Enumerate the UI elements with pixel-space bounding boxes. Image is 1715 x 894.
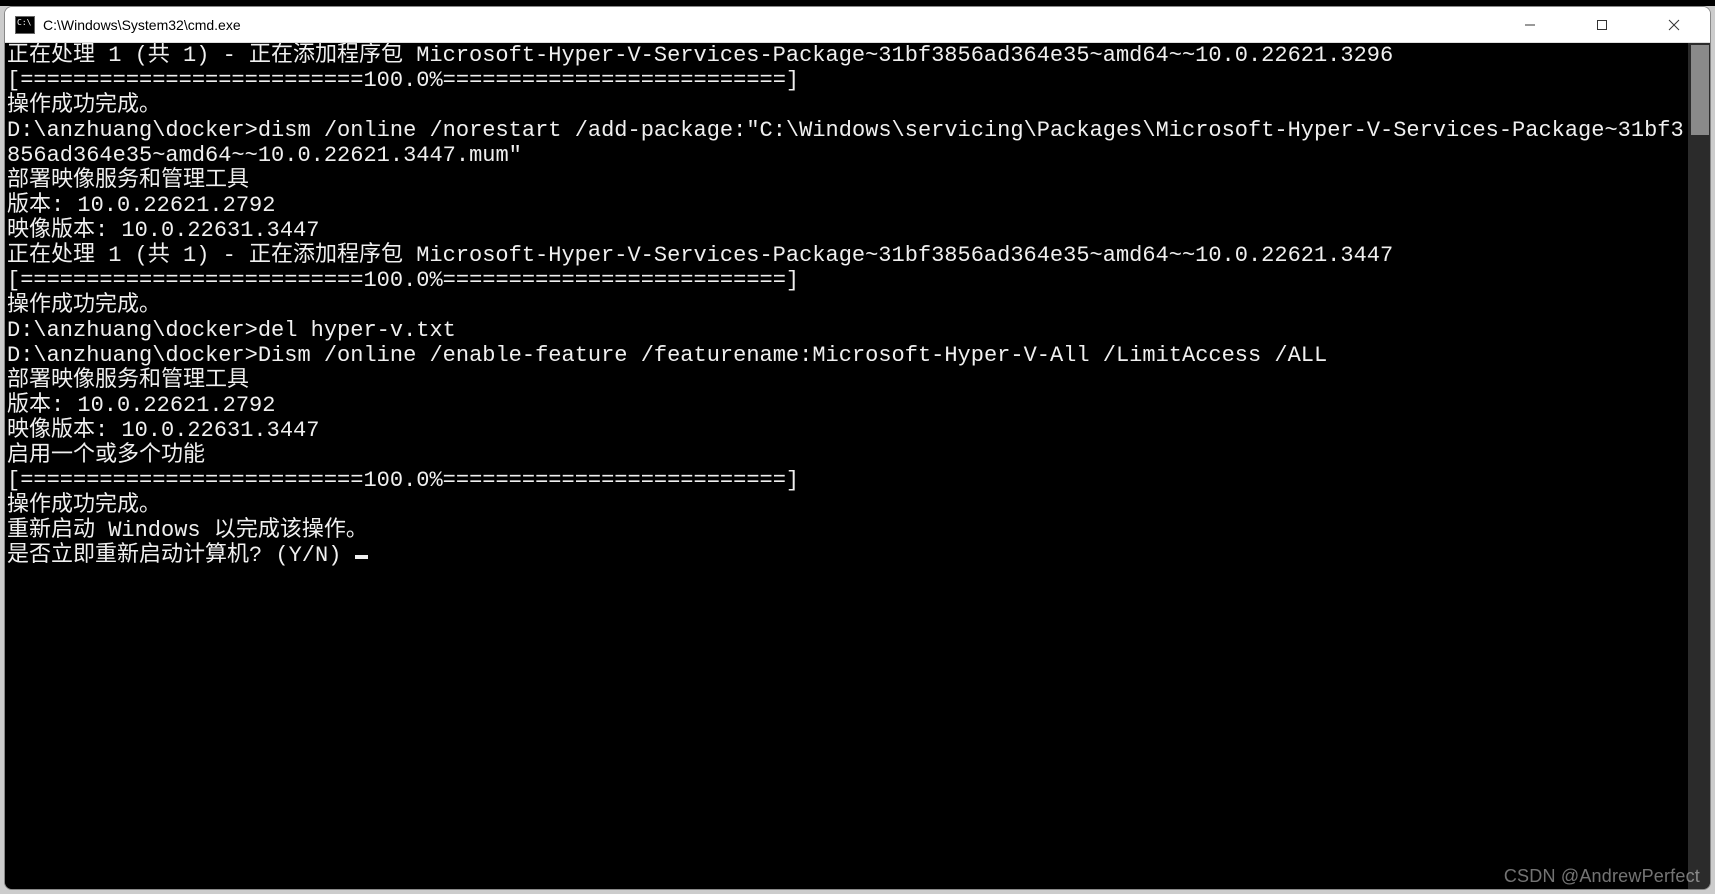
maximize-icon (1596, 19, 1608, 31)
titlebar[interactable]: C:\Windows\System32\cmd.exe (5, 7, 1710, 43)
terminal-line: 版本: 10.0.22621.2792 (7, 193, 1684, 218)
maximize-button[interactable] (1566, 7, 1638, 42)
terminal-line: [==========================100.0%=======… (7, 68, 1684, 93)
scrollbar[interactable] (1688, 43, 1710, 889)
terminal-line: 映像版本: 10.0.22631.3447 (7, 418, 1684, 443)
terminal-line: D:\anzhuang\docker>Dism /online /enable-… (7, 343, 1684, 368)
terminal-line: 版本: 10.0.22621.2792 (7, 393, 1684, 418)
minimize-icon (1524, 19, 1536, 31)
close-button[interactable] (1638, 7, 1710, 42)
close-icon (1668, 19, 1680, 31)
terminal-line: 操作成功完成。 (7, 293, 1684, 318)
scrollbar-thumb[interactable] (1691, 45, 1709, 135)
terminal-line: D:\anzhuang\docker>del hyper-v.txt (7, 318, 1684, 343)
terminal-line: 映像版本: 10.0.22631.3447 (7, 218, 1684, 243)
terminal-line: 正在处理 1 (共 1) - 正在添加程序包 Microsoft-Hyper-V… (7, 243, 1684, 268)
terminal-line: [==========================100.0%=======… (7, 468, 1684, 493)
terminal-line: 启用一个或多个功能 (7, 443, 1684, 468)
terminal-line: 操作成功完成。 (7, 493, 1684, 518)
terminal-line: 重新启动 Windows 以完成该操作。 (7, 518, 1684, 543)
terminal-area: 正在处理 1 (共 1) - 正在添加程序包 Microsoft-Hyper-V… (5, 43, 1710, 889)
cursor (355, 555, 368, 559)
cmd-icon (15, 16, 35, 34)
terminal-line: 部署映像服务和管理工具 (7, 168, 1684, 193)
terminal-line: [==========================100.0%=======… (7, 268, 1684, 293)
terminal-line: 正在处理 1 (共 1) - 正在添加程序包 Microsoft-Hyper-V… (7, 43, 1684, 68)
minimize-button[interactable] (1494, 7, 1566, 42)
window-controls (1494, 7, 1710, 42)
terminal-line: 操作成功完成。 (7, 93, 1684, 118)
terminal-line: 是否立即重新启动计算机? (Y/N) (7, 543, 1684, 568)
window-title: C:\Windows\System32\cmd.exe (43, 17, 241, 33)
cmd-window: C:\Windows\System32\cmd.exe 正在处理 1 (共 1)… (4, 6, 1711, 890)
terminal-line: 部署映像服务和管理工具 (7, 368, 1684, 393)
terminal-output[interactable]: 正在处理 1 (共 1) - 正在添加程序包 Microsoft-Hyper-V… (5, 43, 1686, 889)
terminal-line: D:\anzhuang\docker>dism /online /noresta… (7, 118, 1684, 168)
